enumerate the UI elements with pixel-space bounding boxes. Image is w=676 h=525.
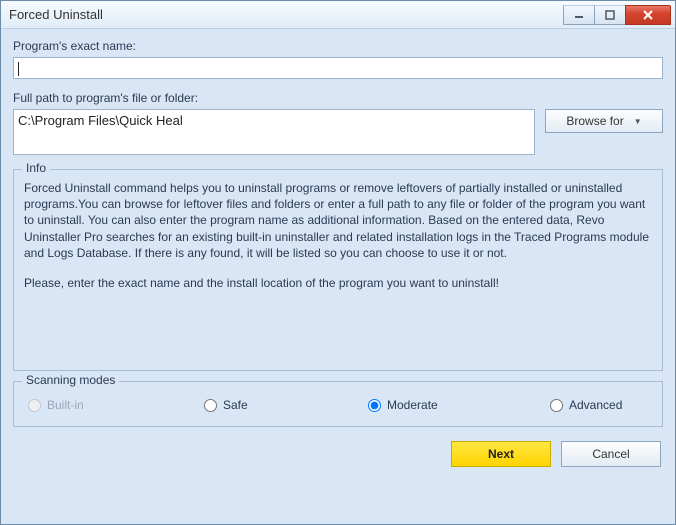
info-fieldset: Info Forced Uninstall command helps you … (13, 169, 663, 371)
program-name-wrap (13, 57, 663, 79)
scanning-modes-legend: Scanning modes (22, 373, 119, 387)
browse-for-button[interactable]: Browse for ▼ (545, 109, 663, 133)
program-name-input[interactable] (13, 57, 663, 79)
mode-moderate-label: Moderate (387, 398, 438, 412)
minimize-button[interactable] (563, 5, 595, 25)
forced-uninstall-window: Forced Uninstall Program's exact name: F… (0, 0, 676, 525)
mode-advanced[interactable]: Advanced (550, 398, 622, 412)
mode-builtin-radio (28, 399, 41, 412)
close-button[interactable] (625, 5, 671, 25)
mode-moderate[interactable]: Moderate (368, 398, 550, 412)
mode-safe-label: Safe (223, 398, 248, 412)
mode-moderate-radio[interactable] (368, 399, 381, 412)
titlebar: Forced Uninstall (1, 1, 675, 29)
browse-label: Browse for (566, 114, 623, 128)
cancel-button[interactable]: Cancel (561, 441, 661, 467)
mode-advanced-label: Advanced (569, 398, 622, 412)
next-label: Next (488, 447, 514, 461)
maximize-icon (605, 10, 615, 20)
minimize-icon (574, 10, 584, 20)
dialog-body: Program's exact name: Full path to progr… (1, 29, 675, 524)
mode-safe[interactable]: Safe (204, 398, 368, 412)
mode-advanced-radio[interactable] (550, 399, 563, 412)
path-row: Browse for ▼ (13, 109, 663, 155)
cancel-label: Cancel (592, 447, 629, 461)
window-controls (563, 5, 675, 25)
window-title: Forced Uninstall (9, 7, 563, 22)
full-path-input[interactable] (13, 109, 535, 155)
scanning-modes-row: Built-in Safe Moderate Advanced (24, 392, 652, 414)
next-button[interactable]: Next (451, 441, 551, 467)
maximize-button[interactable] (594, 5, 626, 25)
text-cursor (18, 62, 19, 76)
close-icon (642, 9, 654, 21)
full-path-label: Full path to program's file or folder: (13, 91, 663, 105)
program-name-label: Program's exact name: (13, 39, 663, 53)
mode-safe-radio[interactable] (204, 399, 217, 412)
mode-builtin: Built-in (28, 398, 204, 412)
chevron-down-icon: ▼ (634, 117, 642, 126)
scanning-modes-fieldset: Scanning modes Built-in Safe Moderate Ad… (13, 381, 663, 427)
mode-builtin-label: Built-in (47, 398, 84, 412)
info-paragraph-1: Forced Uninstall command helps you to un… (24, 180, 652, 261)
info-paragraph-2: Please, enter the exact name and the ins… (24, 275, 652, 291)
footer: Next Cancel (13, 437, 663, 467)
info-legend: Info (22, 161, 50, 175)
